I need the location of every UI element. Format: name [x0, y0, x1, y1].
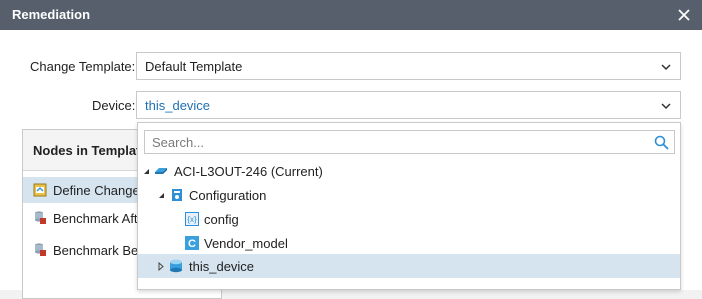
database-icon	[170, 259, 182, 273]
node-item-label: Define Change	[53, 183, 140, 198]
device-icon	[155, 168, 167, 174]
chevron-down-icon	[661, 103, 671, 110]
svg-text:C: C	[188, 238, 196, 250]
device-dropdown: Search... ACI-L3OUT-246 (Current) Config…	[137, 122, 681, 290]
tree-item-label: config	[204, 212, 239, 227]
tree-item-label: this_device	[189, 259, 255, 274]
search-icon[interactable]	[654, 135, 669, 150]
collapse-icon[interactable]	[158, 192, 165, 199]
change-template-select[interactable]: Default Template	[136, 52, 681, 80]
close-icon[interactable]	[675, 6, 693, 24]
search-input[interactable]: Search...	[144, 130, 675, 154]
device-label: Device:	[92, 98, 136, 113]
benchmark-icon	[35, 211, 46, 224]
tree-row-vendor-model[interactable]: C Vendor_model	[138, 231, 680, 255]
tree-item-label: Vendor_model	[204, 236, 288, 251]
node-item-label: Benchmark Bef	[53, 243, 142, 258]
tree-row-device-current[interactable]: ACI-L3OUT-246 (Current)	[138, 159, 680, 183]
variable-icon: {x}	[185, 212, 199, 226]
change-template-label: Change Template:	[30, 59, 136, 74]
benchmark-icon	[35, 243, 46, 256]
svg-text:{x}: {x}	[187, 215, 197, 224]
expand-icon[interactable]	[158, 262, 164, 271]
device-value: this_device	[145, 98, 211, 113]
c-icon: C	[185, 236, 199, 250]
tree-row-this-device[interactable]: this_device	[138, 254, 680, 278]
change-template-value: Default Template	[145, 59, 243, 74]
panel-header-label: Nodes in Template	[33, 143, 148, 158]
node-item-label: Benchmark Aft	[53, 211, 138, 226]
collapse-icon[interactable]	[143, 168, 150, 175]
chevron-down-icon	[661, 64, 671, 71]
tree-item-label: Configuration	[189, 188, 267, 203]
tree-row-configuration[interactable]: Configuration	[138, 183, 680, 207]
configuration-icon	[172, 189, 182, 201]
tree-item-label: ACI-L3OUT-246 (Current)	[174, 164, 323, 179]
define-change-icon	[33, 183, 47, 197]
tree-row-config[interactable]: {x} config	[138, 207, 680, 231]
window-title: Remediation	[12, 7, 91, 22]
title-bar: Remediation	[0, 0, 702, 30]
device-select[interactable]: this_device	[136, 91, 681, 119]
search-placeholder: Search...	[152, 135, 205, 150]
